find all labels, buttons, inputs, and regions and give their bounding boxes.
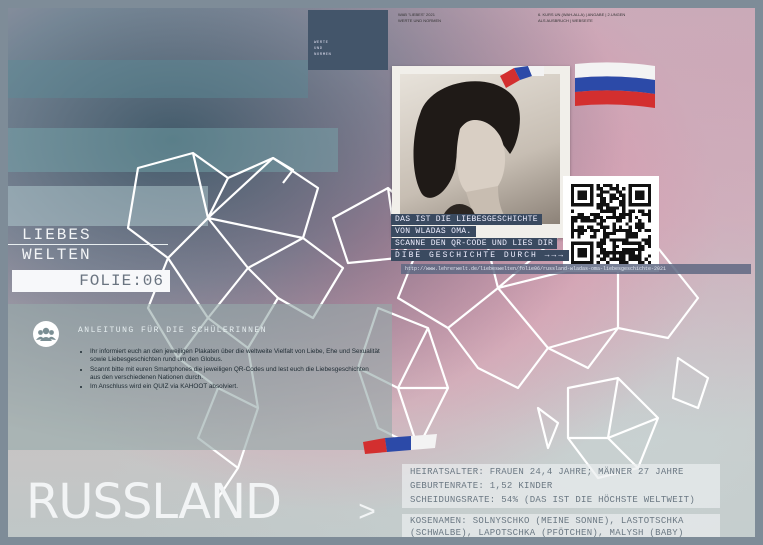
title-line-2: WELTEN — [22, 246, 92, 264]
title-divider — [8, 244, 168, 245]
instruction-item: Im Anschluss wird ein QUIZ via KAHOOT ab… — [90, 383, 380, 391]
header-line: ALS AUSBRUCH | WEBSEITE — [538, 18, 593, 23]
story-url[interactable]: http://www.lehrerwelt.de/liebeswelten/fo… — [401, 264, 751, 274]
header-info-right: 6. KURS UN (WAH-ALLA) | ANGABE | 2.UNGEN… — [538, 12, 625, 24]
flag-ribbon — [500, 66, 544, 88]
caption-line: DAS IST DIE LIEBESGESCHICHTE — [391, 214, 542, 225]
subject-label: WERTE UND NORMEN — [308, 10, 388, 70]
instruction-list: Ihr informiert euch an den jeweiligen Pl… — [80, 348, 380, 392]
instruction-item: Ihr informiert euch an den jeweiligen Pl… — [90, 348, 380, 365]
slide-number: FOLIE:06 — [12, 270, 170, 292]
fact-divorce-rate: SCHEIDUNGSRATE: 54% (DAS IST DIE HÖCHSTE… — [410, 495, 696, 505]
nicknames-line: (SCHWALBE), LAPOTSCHKA (PFÖTCHEN), MALYS… — [410, 528, 684, 537]
country-name: RUSSLAND — [26, 474, 282, 530]
instruction-title: ANLEITUNG FÜR DIE SCHÜLERINNEN — [78, 326, 268, 335]
nicknames-line: KOSENAMEN: SOLNYSCHKO (MEINE SONNE), LAS… — [410, 516, 684, 526]
russian-flag-icon — [575, 62, 655, 108]
decorative-band — [8, 60, 308, 98]
flag-ribbon — [363, 434, 437, 454]
fact-marriage-age: HEIRATSALTER: FRAUEN 24,4 JAHRE; MÄNNER … — [410, 467, 684, 477]
caption-line: VON WLADAS OMA. — [391, 226, 476, 237]
caption-line: DIBE GESCHICHTE DURCH →→→ — [391, 250, 570, 261]
poster: WERTE UND NORMEN WAB "LIEBES" 2021 WERTE… — [8, 8, 755, 537]
portrait-photo — [400, 74, 560, 224]
instruction-item: Scannt bitte mit euren Smartphones die j… — [90, 366, 380, 383]
header-line: WERTE UND NORMEN — [398, 18, 442, 23]
subject-line: NORMEN — [314, 53, 332, 57]
photo-caption: DAS IST DIE LIEBESGESCHICHTE VON WLADAS … — [391, 214, 570, 262]
title-line-1: LIEBES — [22, 226, 92, 244]
fact-birth-rate: GEBURTENRATE: 1,52 KINDER — [410, 481, 553, 491]
group-icon — [33, 321, 59, 347]
header-info: WAB "LIEBES" 2021 WERTE UND NORMEN — [398, 12, 441, 24]
qr-code-icon[interactable] — [571, 184, 651, 264]
caption-line: SCANNE DEN QR-CODE UND LIES DIR — [391, 238, 558, 249]
next-arrow-button[interactable]: > — [352, 494, 382, 530]
